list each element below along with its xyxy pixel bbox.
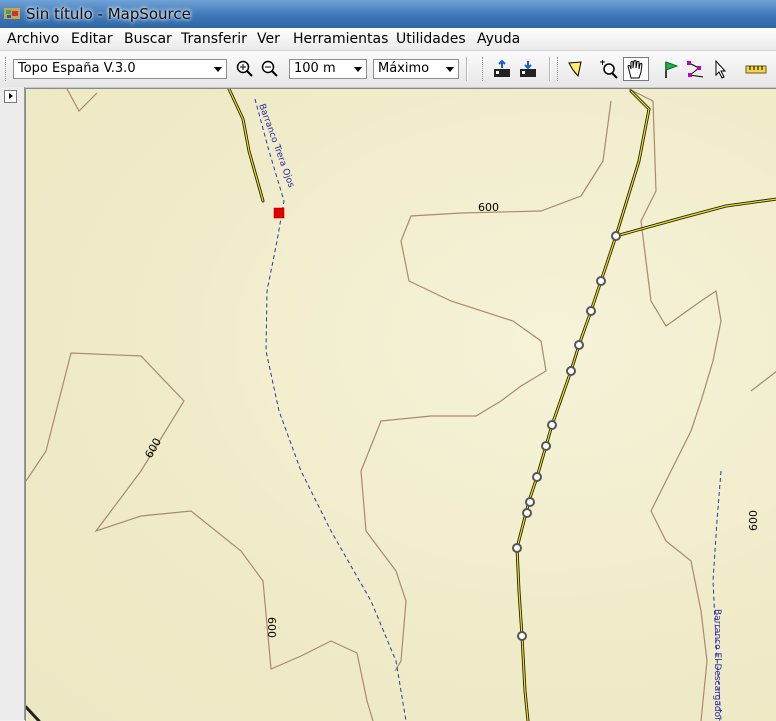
track-point [532, 472, 542, 482]
toolbar: Topo España V.3.0 100 m Máximo [0, 51, 776, 88]
river-label: Barranco Trera Ojos [256, 103, 296, 190]
waypoint-marker [273, 207, 285, 219]
zoom-scale-value: 100 m [294, 61, 336, 76]
toolbar-separator [549, 57, 551, 81]
contour-label: 600 [265, 617, 278, 638]
track-point [611, 231, 621, 241]
route-tool-icon [687, 61, 704, 78]
chevron-down-icon [214, 67, 222, 72]
zoom-in-icon [236, 60, 253, 77]
contour-line [26, 352, 374, 721]
road-main [515, 89, 651, 721]
contour-label: 600 [478, 201, 499, 214]
zoom-tool-icon [600, 60, 618, 79]
track-point [586, 306, 596, 316]
zoom-out-icon [261, 60, 278, 77]
track-point [547, 420, 557, 430]
menu-ayuda[interactable]: Ayuda [477, 31, 520, 47]
menu-bar: Archivo Editar Buscar Transferir Ver Her… [0, 28, 776, 51]
menu-buscar[interactable]: Buscar [124, 31, 172, 47]
route-tool-button[interactable] [685, 59, 707, 79]
receive-from-device-button[interactable] [517, 59, 539, 79]
zoom-out-button[interactable] [259, 59, 281, 79]
side-panel-collapsed [0, 87, 25, 720]
toolbar-separator [466, 57, 468, 81]
expand-panel-button[interactable] [4, 90, 17, 103]
contour-line [628, 89, 722, 721]
title-bar: Sin título - MapSource [0, 0, 776, 28]
waypoint-flag-icon [665, 61, 679, 78]
zoom-scale-select[interactable]: 100 m [289, 59, 367, 79]
chevron-down-icon [446, 67, 454, 72]
measure-icon [745, 65, 767, 74]
send-to-device-button[interactable] [491, 59, 513, 79]
track-point [517, 631, 527, 641]
menu-herramientas[interactable]: Herramientas [293, 31, 388, 47]
receive-from-device-icon [520, 61, 536, 77]
select-tool-button[interactable] [565, 59, 587, 79]
contour-label: 600 [747, 510, 760, 531]
map-product-select[interactable]: Topo España V.3.0 [13, 59, 227, 79]
toolbar-grip[interactable] [482, 57, 486, 81]
map-layer: 600 600 600 600 Barranco Trera Ojos Barr… [26, 89, 776, 721]
zoom-tool-button[interactable] [598, 59, 620, 79]
toolbar-grip[interactable] [557, 57, 561, 81]
map-canvas[interactable]: 600 600 600 600 Barranco Trera Ojos Barr… [25, 88, 776, 721]
track-point [566, 366, 576, 376]
river-label: Barranco El Descargador [712, 609, 722, 721]
pointer-tool-button[interactable] [710, 59, 732, 79]
app-icon [4, 8, 20, 19]
select-icon [568, 61, 582, 78]
menu-transferir[interactable]: Transferir [181, 31, 247, 47]
menu-editar[interactable]: Editar [71, 31, 112, 47]
track-point [541, 441, 551, 451]
menu-ver[interactable]: Ver [257, 31, 280, 47]
pointer-icon [715, 59, 727, 79]
detail-level-value: Máximo [378, 61, 430, 76]
track-point [574, 340, 584, 350]
track-point [512, 543, 522, 553]
track-point [596, 276, 606, 286]
zoom-in-button[interactable] [234, 59, 256, 79]
chevron-down-icon [354, 67, 362, 72]
toolbar-grip[interactable] [5, 57, 9, 81]
menu-archivo[interactable]: Archivo [7, 31, 59, 47]
track-point [525, 497, 535, 507]
measure-tool-button[interactable] [744, 59, 768, 79]
waypoint-tool-button[interactable] [660, 59, 682, 79]
send-to-device-icon [494, 59, 510, 77]
track-point [522, 508, 532, 518]
contour-line [66, 89, 98, 112]
contour-line [360, 100, 612, 672]
hand-tool-button[interactable] [623, 57, 649, 81]
window-title: Sin título - MapSource [26, 5, 191, 23]
road-segment [26, 705, 41, 721]
road-branch [614, 197, 776, 238]
detail-level-select[interactable]: Máximo [373, 59, 459, 79]
menu-utilidades[interactable]: Utilidades [396, 31, 466, 47]
contour-line [750, 371, 776, 392]
road-main [516, 90, 650, 721]
hand-tool-icon [627, 60, 643, 79]
map-product-value: Topo España V.3.0 [18, 61, 136, 76]
